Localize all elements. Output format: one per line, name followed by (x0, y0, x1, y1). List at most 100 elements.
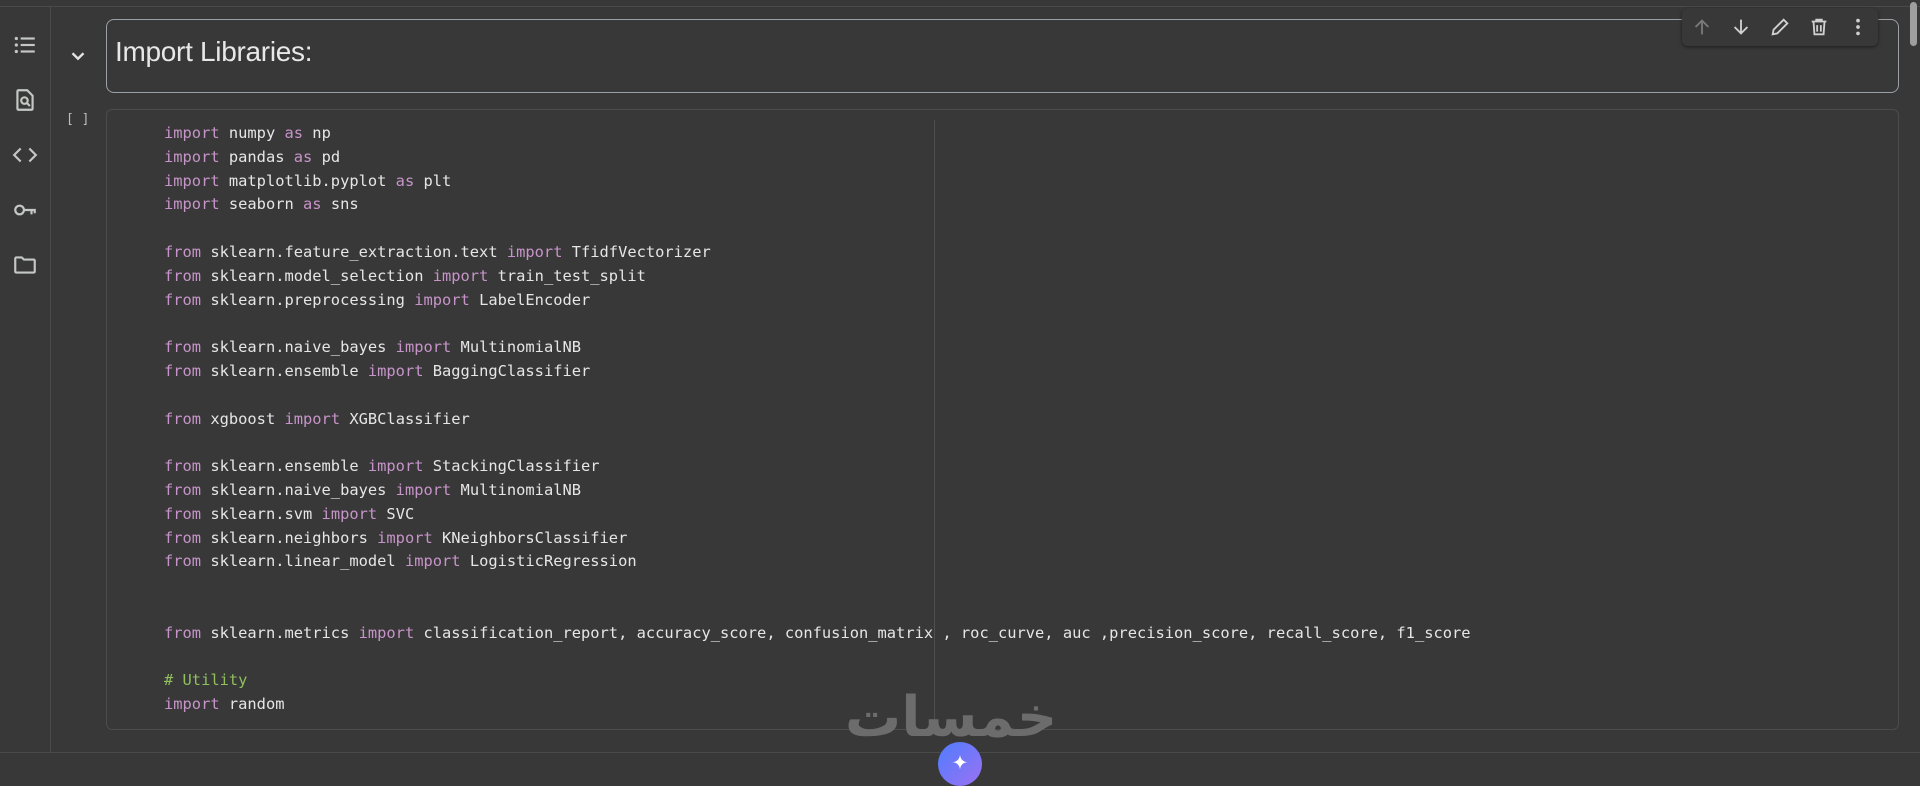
more-actions-button[interactable] (1843, 12, 1873, 42)
code-snippets-icon[interactable] (11, 141, 39, 169)
table-of-contents-icon[interactable] (11, 31, 39, 59)
code-keyword: import (414, 290, 470, 309)
code-line: from sklearn.svm import SVC (164, 503, 1471, 527)
code-text: TfidfVectorizer (562, 242, 711, 261)
code-line: import matplotlib.pyplot as plt (164, 170, 1471, 194)
code-keyword: from (164, 623, 202, 642)
move-cell-down-button[interactable] (1726, 12, 1756, 42)
code-keyword: import (367, 457, 424, 476)
code-text: matplotlib.pyplot (219, 171, 396, 190)
code-keyword: import (367, 361, 424, 380)
edit-pencil-icon (1771, 18, 1789, 36)
code-line: import random (164, 693, 1471, 717)
files-folder-icon[interactable] (11, 251, 39, 279)
sparkle-icon (952, 754, 968, 770)
code-text: sklearn.linear_model (201, 552, 405, 571)
delete-cell-button[interactable] (1804, 12, 1834, 42)
arrow-up-icon (1694, 19, 1709, 35)
code-text: pd (312, 147, 341, 166)
code-keyword: as (284, 124, 304, 142)
code-cell-editor[interactable]: import numpy as np import pandas as pd imp… (106, 109, 1899, 730)
code-text: sklearn.metrics (201, 623, 359, 642)
code-line: from sklearn.preprocessing import LabelE… (164, 289, 1471, 313)
run-cell-button[interactable]: [ ] (66, 112, 89, 127)
code-text: classification_report, accuracy_score, c… (414, 623, 1471, 642)
code-block[interactable]: import numpy as np import pandas as pd imp… (164, 122, 1471, 717)
code-comment: # Utility (164, 671, 248, 690)
code-line: from sklearn.ensemble import StackingCla… (164, 455, 1471, 479)
code-text: numpy (219, 124, 285, 142)
code-text: LogisticRegression (460, 552, 637, 571)
code-text: sklearn.preprocessing (201, 290, 415, 309)
code-text: XGBClassifier (340, 409, 470, 428)
code-keyword: import (164, 171, 220, 190)
move-cell-up-button[interactable] (1687, 12, 1717, 42)
code-keyword: from (164, 457, 202, 476)
arrow-down-icon (1733, 19, 1748, 35)
code-line: import numpy as np (164, 122, 1471, 146)
code-line: from sklearn.naive_bayes import Multinom… (164, 479, 1471, 503)
code-keyword: import (358, 623, 415, 642)
code-keyword: import (377, 528, 433, 547)
code-line: import pandas as pd (164, 146, 1471, 170)
code-keyword: import (164, 124, 220, 142)
gemini-button[interactable] (938, 742, 982, 786)
edit-cell-button[interactable] (1765, 12, 1795, 42)
code-keyword: from (164, 409, 202, 428)
code-text: sklearn.naive_bayes (201, 480, 396, 499)
delete-trash-icon (1811, 18, 1827, 36)
code-text: KNeighborsClassifier (432, 528, 628, 547)
code-line: from xgboost import XGBClassifier (164, 408, 1471, 432)
code-text: plt (414, 171, 452, 190)
text-cell[interactable]: Import Libraries: (106, 19, 1899, 93)
secrets-key-icon[interactable] (11, 196, 39, 224)
code-text: train_test_split (488, 266, 646, 285)
code-text: SVC (377, 504, 415, 523)
code-text: pandas (219, 147, 294, 166)
cell-toolbar (1682, 8, 1878, 46)
left-sidebar (0, 7, 51, 752)
code-text: random (219, 695, 285, 714)
code-keyword: from (164, 504, 202, 523)
code-line: from sklearn.neighbors import KNeighbors… (164, 527, 1471, 551)
code-keyword: import (164, 195, 220, 214)
code-text: sklearn.ensemble (201, 457, 368, 476)
code-keyword: from (164, 552, 202, 571)
code-keyword: from (164, 338, 202, 357)
code-keyword: import (321, 504, 378, 523)
code-line: # Utility (164, 669, 1471, 693)
find-replace-icon[interactable] (11, 86, 39, 114)
code-line: from sklearn.metrics import classificati… (164, 622, 1471, 646)
code-text: StackingClassifier (423, 457, 600, 476)
watermark-logo: خمسات (845, 685, 1058, 750)
code-text: sklearn.ensemble (201, 361, 368, 380)
chevron-down-icon (71, 52, 85, 61)
vertical-scrollbar[interactable] (1908, 0, 1920, 752)
code-keyword: import (506, 242, 563, 261)
code-text: sklearn.model_selection (201, 266, 433, 285)
more-vert-icon (1856, 18, 1861, 36)
code-keyword: as (303, 195, 322, 214)
code-keyword: from (164, 290, 202, 309)
code-line: from sklearn.ensemble import BaggingClas… (164, 360, 1471, 384)
code-text: LabelEncoder (469, 290, 591, 309)
code-keyword: from (164, 528, 202, 547)
code-text: sklearn.feature_extraction.text (201, 242, 507, 261)
collapse-section-toggle[interactable] (66, 44, 90, 68)
code-keyword: import (164, 147, 220, 166)
code-text: sklearn.naive_bayes (201, 338, 396, 357)
code-keyword: from (164, 266, 202, 285)
code-keyword: as (395, 171, 415, 190)
code-text: sns (321, 195, 359, 214)
code-text: sklearn.neighbors (201, 528, 378, 547)
code-line: from sklearn.model_selection import trai… (164, 265, 1471, 289)
code-text: np (303, 124, 331, 142)
code-keyword: import (164, 695, 220, 714)
scrollbar-thumb[interactable] (1910, 2, 1917, 46)
code-line: from sklearn.linear_model import Logisti… (164, 550, 1471, 574)
